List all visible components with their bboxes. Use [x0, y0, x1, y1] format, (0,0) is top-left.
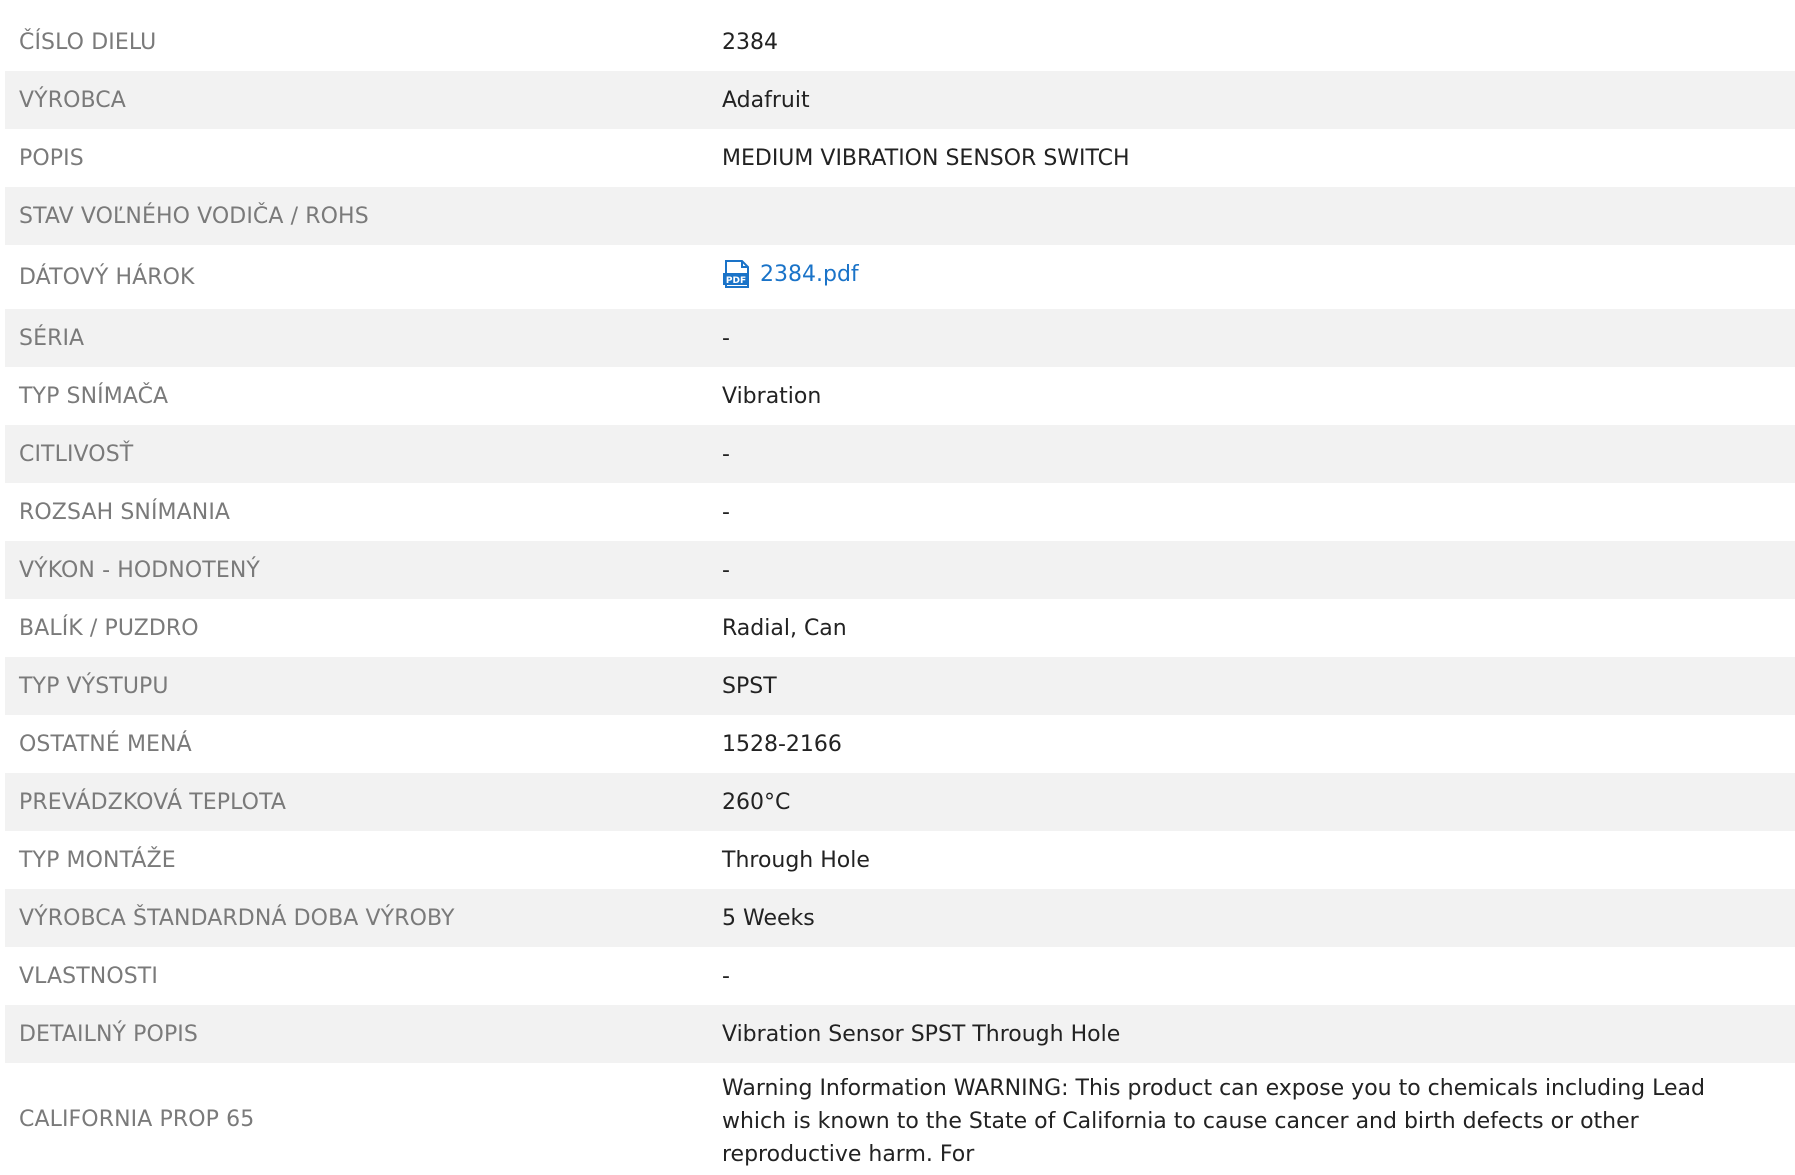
spec-label: VÝROBCA ŠTANDARDNÁ DOBA VÝROBY [19, 905, 455, 931]
spec-row-manufacturer: VÝROBCA Adafruit [5, 71, 1795, 129]
spec-label: TYP VÝSTUPU [19, 673, 169, 699]
spec-value: 260°C [722, 789, 791, 815]
spec-row-description: POPIS MEDIUM VIBRATION SENSOR SWITCH [5, 129, 1795, 187]
spec-value: - [722, 499, 730, 525]
spec-label: DETAILNÝ POPIS [19, 1021, 198, 1047]
spec-row-california-prop-65: CALIFORNIA PROP 65 Warning Information W… [5, 1063, 1795, 1175]
spec-row-other-names: OSTATNÉ MENÁ 1528-2166 [5, 715, 1795, 773]
datasheet-link[interactable]: PDF 2384.pdf [722, 259, 859, 289]
spec-value: - [722, 441, 730, 467]
spec-row-output-type: TYP VÝSTUPU SPST [5, 657, 1795, 715]
spec-label: BALÍK / PUZDRO [19, 615, 199, 641]
spec-label: CALIFORNIA PROP 65 [19, 1107, 255, 1132]
spec-value: 2384 [722, 29, 778, 55]
spec-label: STAV VOĽNÉHO VODIČA / ROHS [19, 203, 369, 229]
spec-row-sensor-type: TYP SNÍMAČA Vibration [5, 367, 1795, 425]
spec-value: Vibration [722, 383, 822, 409]
spec-value: 5 Weeks [722, 905, 815, 931]
spec-value: - [722, 557, 730, 583]
spec-row-rohs-status: STAV VOĽNÉHO VODIČA / ROHS [5, 187, 1795, 245]
spec-value: Vibration Sensor SPST Through Hole [722, 1021, 1121, 1047]
svg-text:PDF: PDF [726, 276, 746, 286]
spec-row-detailed-description: DETAILNÝ POPIS Vibration Sensor SPST Thr… [5, 1005, 1795, 1063]
spec-value: - [722, 963, 730, 989]
spec-row-series: SÉRIA - [5, 309, 1795, 367]
spec-value: Radial, Can [722, 615, 847, 641]
datasheet-filename: 2384.pdf [760, 261, 859, 287]
spec-value: - [722, 325, 730, 351]
spec-label: VÝKON - HODNOTENÝ [19, 557, 260, 583]
spec-value: PDF 2384.pdf [722, 259, 1795, 295]
spec-row-part-number: ČÍSLO DIELU 2384 [5, 13, 1795, 71]
pdf-icon: PDF [722, 259, 752, 289]
spec-row-lead-time: VÝROBCA ŠTANDARDNÁ DOBA VÝROBY 5 Weeks [5, 889, 1795, 947]
spec-label: DÁTOVÝ HÁROK [19, 264, 195, 290]
spec-label: SÉRIA [19, 325, 85, 351]
spec-label: PREVÁDZKOVÁ TEPLOTA [19, 789, 287, 815]
spec-label: TYP MONTÁŽE [19, 847, 176, 873]
spec-label: POPIS [19, 145, 84, 171]
spec-label: VÝROBCA [19, 87, 126, 113]
spec-label: VLASTNOSTI [19, 963, 158, 989]
spec-value: Warning Information WARNING: This produc… [722, 1076, 1705, 1167]
spec-row-operating-temperature: PREVÁDZKOVÁ TEPLOTA 260°C [5, 773, 1795, 831]
specification-table: ČÍSLO DIELU 2384 VÝROBCA Adafruit POPIS … [5, 13, 1795, 1175]
spec-row-datasheet: DÁTOVÝ HÁROK PDF 2384.pdf [5, 245, 1795, 309]
spec-value: Adafruit [722, 87, 810, 113]
spec-value: Through Hole [722, 847, 870, 873]
spec-row-sensitivity: CITLIVOSŤ - [5, 425, 1795, 483]
spec-value: SPST [722, 673, 777, 699]
spec-value: MEDIUM VIBRATION SENSOR SWITCH [722, 145, 1130, 171]
spec-label: OSTATNÉ MENÁ [19, 731, 192, 757]
spec-row-package: BALÍK / PUZDRO Radial, Can [5, 599, 1795, 657]
spec-row-mounting-type: TYP MONTÁŽE Through Hole [5, 831, 1795, 889]
spec-label: TYP SNÍMAČA [19, 383, 169, 409]
spec-row-sensing-range: ROZSAH SNÍMANIA - [5, 483, 1795, 541]
spec-label: ČÍSLO DIELU [19, 29, 157, 55]
spec-value: 1528-2166 [722, 731, 842, 757]
spec-row-features: VLASTNOSTI - [5, 947, 1795, 1005]
spec-row-power-rating: VÝKON - HODNOTENÝ - [5, 541, 1795, 599]
spec-label: CITLIVOSŤ [19, 441, 134, 467]
spec-label: ROZSAH SNÍMANIA [19, 499, 231, 525]
